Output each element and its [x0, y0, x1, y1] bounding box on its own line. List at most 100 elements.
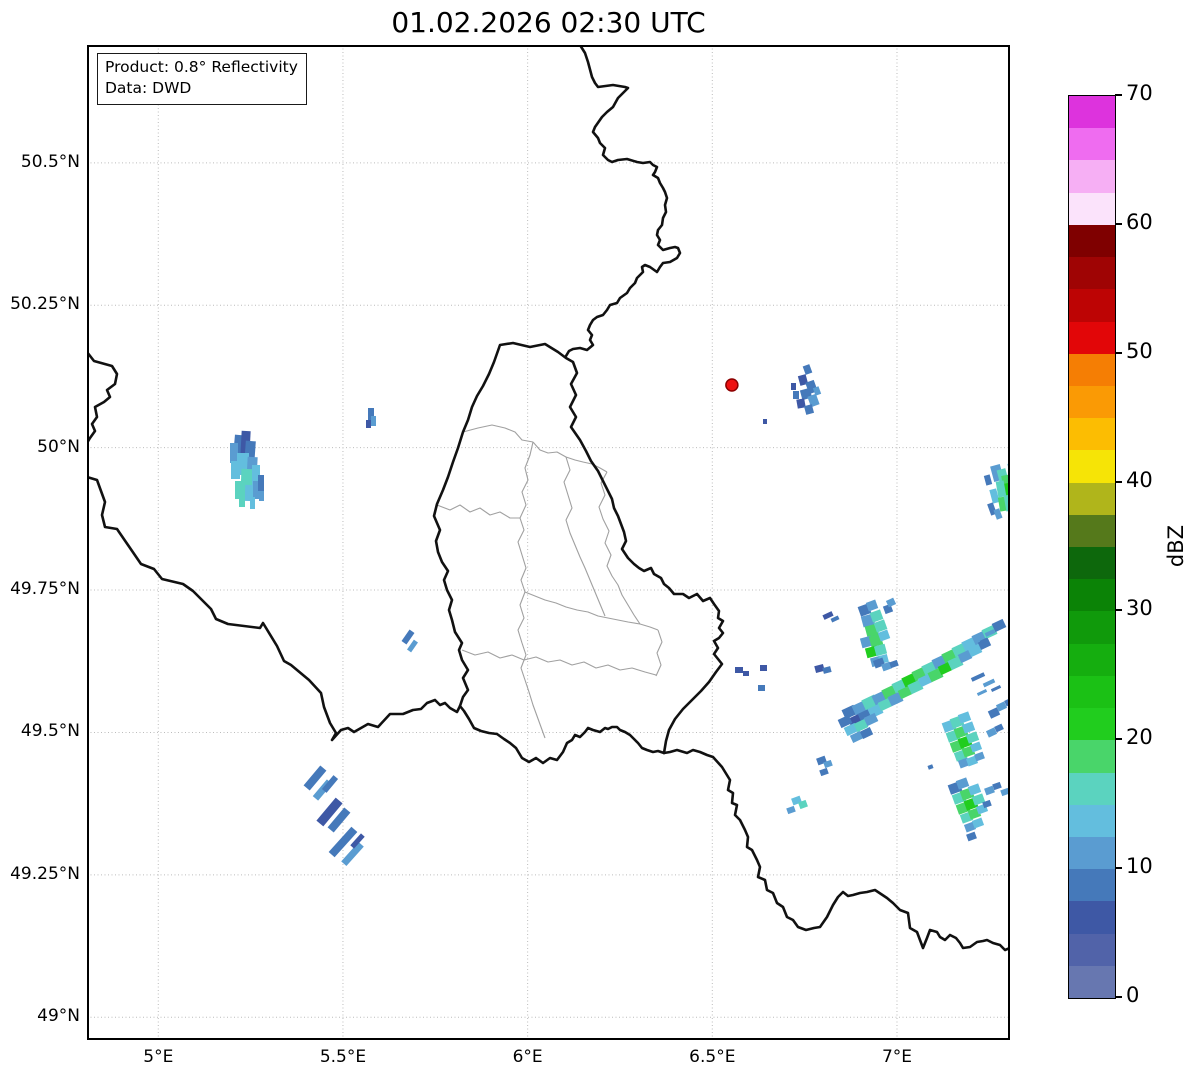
reflectivity-bin	[250, 497, 255, 509]
reflectivity-bin	[743, 671, 749, 676]
reflectivity-bin	[982, 678, 996, 688]
colorbar-tick	[1115, 480, 1122, 483]
colorbar-segment	[1069, 772, 1115, 805]
colorbar-tick	[1115, 351, 1122, 354]
reflectivity-bin	[230, 443, 238, 463]
y-tick-label: 50.5°N	[20, 151, 80, 172]
radar-site-marker	[725, 378, 739, 392]
colorbar-segment	[1069, 256, 1115, 290]
reflectivity-bin	[791, 383, 796, 390]
y-tick-label: 50°N	[37, 436, 80, 457]
reflectivity-bin	[990, 685, 1002, 692]
colorbar-segment	[1069, 836, 1115, 870]
reflectivity-bin	[819, 767, 829, 777]
colorbar-segment	[1069, 675, 1115, 709]
colorbar-tick	[1115, 94, 1122, 96]
y-tick-label: 50.25°N	[10, 294, 80, 315]
colorbar-segment	[1069, 933, 1115, 966]
reflectivity-bin	[259, 491, 264, 501]
reflectivity-bin	[802, 364, 813, 375]
district-border	[462, 424, 534, 443]
district-border	[524, 591, 659, 631]
colorbar-segment	[1069, 482, 1115, 515]
district-border	[436, 504, 520, 519]
y-tick-label: 49.5°N	[20, 721, 80, 742]
district-border	[598, 471, 641, 625]
colorbar-segment	[1069, 224, 1115, 258]
reflectivity-bin	[231, 461, 240, 479]
reflectivity-bin	[371, 416, 376, 426]
colorbar-segment	[1069, 578, 1115, 612]
colorbar-tick-label: 0	[1126, 983, 1140, 1007]
product-label: Product: 0.8° Reflectivity	[105, 58, 298, 76]
colorbar-tick	[1115, 996, 1122, 998]
colorbar-segment	[1069, 546, 1115, 580]
country-border	[662, 748, 1010, 952]
x-tick-label: 5°E	[143, 1047, 174, 1067]
colorbar-segment	[1069, 739, 1115, 773]
colorbar	[1068, 95, 1116, 999]
reflectivity-bin	[793, 391, 799, 399]
reflectivity-bin	[407, 639, 418, 653]
figure-title: 01.02.2026 02:30 UTC	[391, 6, 706, 39]
colorbar-title: dBZ	[1164, 524, 1188, 568]
colorbar-segment	[1069, 417, 1115, 451]
colorbar-segment	[1069, 965, 1115, 998]
district-border	[461, 649, 657, 676]
district-border	[517, 441, 534, 593]
colorbar-segment	[1069, 449, 1115, 483]
x-tick-label: 6.5°E	[689, 1047, 736, 1067]
reflectivity-bin	[239, 493, 245, 507]
reflectivity-bin	[735, 667, 743, 673]
y-tick-label: 49°N	[37, 1006, 80, 1027]
x-tick-label: 5.5°E	[319, 1047, 367, 1067]
radar-figure: 01.02.2026 02:30 UTC 50.5°N 50.25°N 50°N 49…	[0, 0, 1202, 1081]
colorbar-tick	[1115, 222, 1122, 225]
colorbar-tick-label: 10	[1126, 854, 1153, 879]
y-tick-label: 49.25°N	[10, 863, 80, 884]
colorbar-tick-label: 30	[1126, 596, 1153, 621]
colorbar-segment	[1069, 900, 1115, 934]
map-plot-area: Product: 0.8° Reflectivity Data: DWD	[87, 45, 1010, 1040]
colorbar-tick-label: 50	[1126, 338, 1153, 363]
colorbar-tick-label: 70	[1126, 81, 1153, 105]
colorbar-segment	[1069, 321, 1115, 354]
reflectivity-bin	[758, 685, 765, 691]
x-tick-label: 6°E	[512, 1047, 543, 1067]
district-border	[563, 456, 606, 617]
reflectivity-bin	[927, 764, 934, 770]
y-tick-label: 49.75°N	[10, 579, 80, 600]
colorbar-tick-label: 40	[1126, 467, 1153, 492]
reflectivity-bin	[760, 665, 767, 671]
colorbar-segment	[1069, 643, 1115, 676]
colorbar-tick-label: 60	[1126, 209, 1153, 234]
reflectivity-bin	[830, 615, 840, 623]
colorbar-segment	[1069, 159, 1115, 193]
colorbar-segment	[1069, 95, 1115, 129]
colorbar-segment	[1069, 514, 1115, 547]
colorbar-tick	[1115, 867, 1122, 870]
country-border	[87, 475, 462, 742]
colorbar-segment	[1069, 192, 1115, 225]
colorbar-segment	[1069, 385, 1115, 419]
colorbar-tick	[1115, 738, 1122, 741]
district-border	[655, 629, 663, 677]
colorbar-segment	[1069, 288, 1115, 322]
colorbar-segment	[1069, 610, 1115, 644]
reflectivity-bin	[966, 831, 977, 842]
district-border	[517, 591, 546, 739]
reflectivity-bin	[786, 805, 796, 815]
country-border	[87, 350, 119, 445]
country-border	[564, 45, 682, 358]
colorbar-segment	[1069, 707, 1115, 741]
colorbar-tick	[1115, 609, 1122, 612]
reflectivity-bin	[983, 474, 993, 486]
reflectivity-bin	[970, 672, 986, 682]
colorbar-segment	[1069, 868, 1115, 902]
colorbar-segment	[1069, 804, 1115, 837]
reflectivity-bin	[976, 689, 988, 696]
colorbar-tick-label: 20	[1126, 725, 1153, 750]
map-canvas	[87, 45, 1010, 1040]
reflectivity-bin	[366, 420, 371, 428]
data-source-label: Data: DWD	[105, 79, 192, 98]
